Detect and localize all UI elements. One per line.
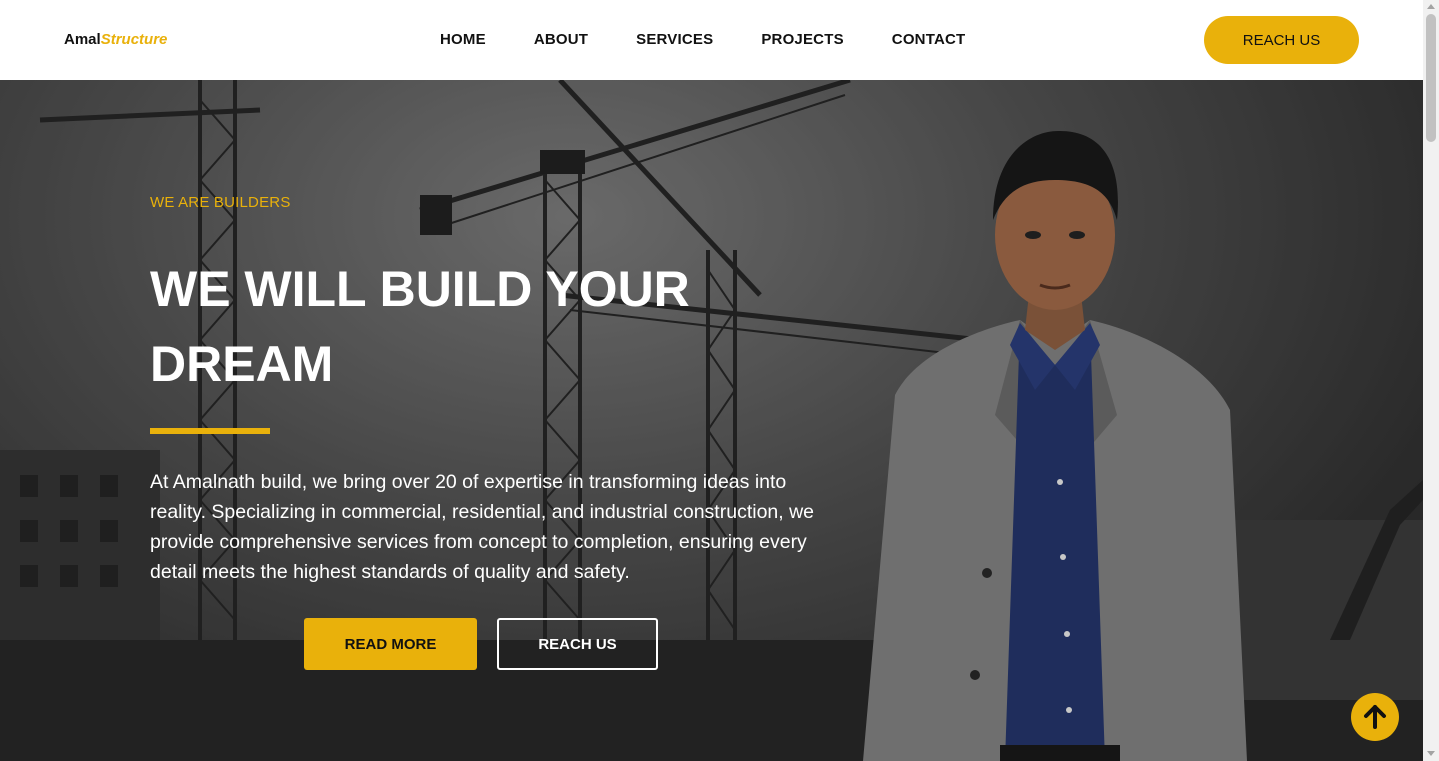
- site-logo[interactable]: AmalStructure: [64, 31, 167, 48]
- person-portrait: [863, 130, 1247, 761]
- logo-main-text: Amal: [64, 31, 101, 48]
- scroll-down-arrow-icon[interactable]: [1427, 751, 1435, 756]
- nav-link-projects[interactable]: PROJECTS: [761, 31, 843, 48]
- nav-link-home[interactable]: HOME: [440, 31, 486, 48]
- hero-accent-divider: [150, 428, 270, 434]
- nav-link-contact[interactable]: CONTACT: [892, 31, 966, 48]
- scrollbar-thumb[interactable]: [1426, 14, 1436, 142]
- hero-description: At Amalnath build, we bring over 20 of e…: [150, 471, 815, 583]
- nav-link-about[interactable]: ABOUT: [534, 31, 588, 48]
- site-header: AmalStructure HOME ABOUT SERVICES PROJEC…: [0, 0, 1423, 80]
- hero-eyebrow: WE ARE BUILDERS: [150, 194, 291, 211]
- hero-section: WE ARE BUILDERS WE WILL BUILD YOUR DREAM…: [0, 80, 1423, 761]
- header-reach-us-button[interactable]: REACH US: [1204, 16, 1359, 64]
- scroll-up-arrow-icon[interactable]: [1427, 4, 1435, 9]
- read-more-button[interactable]: READ MORE: [304, 618, 477, 670]
- hero-reach-us-button[interactable]: REACH US: [497, 618, 658, 670]
- arrow-up-icon: [1364, 705, 1386, 729]
- main-nav: HOME ABOUT SERVICES PROJECTS CONTACT: [440, 31, 965, 48]
- page-scrollbar[interactable]: [1423, 0, 1439, 761]
- nav-link-services[interactable]: SERVICES: [636, 31, 713, 48]
- logo-accent-text: Structure: [100, 31, 168, 48]
- scroll-to-top-button[interactable]: [1351, 693, 1399, 741]
- hero-headline: WE WILL BUILD YOUR DREAM: [150, 261, 690, 392]
